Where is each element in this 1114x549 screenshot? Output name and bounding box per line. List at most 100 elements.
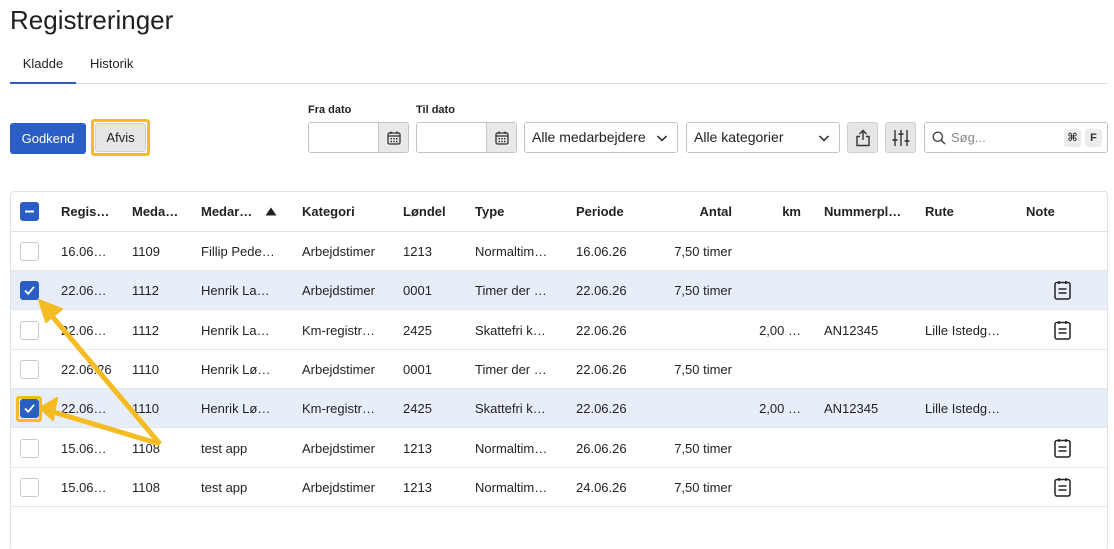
cell-registered: 22.06… <box>61 322 107 338</box>
chevron-down-icon <box>656 135 668 142</box>
row-checkbox[interactable] <box>20 359 39 379</box>
cell-employee: Henrik La… <box>201 283 270 299</box>
col-employee[interactable]: Medar… <box>201 204 252 219</box>
cell-period: 26.06.26 <box>576 440 627 456</box>
cell-route: Lille Istedg… <box>925 322 1001 338</box>
search-icon <box>932 131 946 145</box>
cell-amount: 7,50 timer <box>674 361 732 377</box>
col-route[interactable]: Rute <box>925 204 954 219</box>
table-row[interactable]: 22.06… 1112 Henrik La… Km-registr… 2425 Skatt… <box>11 311 1107 350</box>
cell-amount: 7,50 timer <box>674 479 732 495</box>
category-select[interactable]: Alle kategorier <box>686 122 840 153</box>
note-icon[interactable] <box>1054 438 1071 463</box>
note-icon[interactable] <box>1054 280 1071 305</box>
cell-registered: 15.06… <box>61 440 107 456</box>
cell-registered: 16.06… <box>61 244 107 259</box>
from-date-label: Fra dato <box>308 104 352 116</box>
cell-type: Timer der … <box>475 283 547 299</box>
table-row[interactable]: 22.06… 1110 Henrik Lø… Km-registr… 2425 Skatt… <box>11 389 1107 429</box>
row-checkbox[interactable] <box>20 242 39 261</box>
select-all-checkbox[interactable] <box>20 202 39 221</box>
col-type[interactable]: Type <box>475 204 504 219</box>
cell-wage-type: 0001 <box>403 283 432 299</box>
cell-employee-no: 1108 <box>132 479 160 495</box>
table-row[interactable]: 22.06… 1112 Henrik La… Arbejdstimer 0001 Time… <box>11 271 1107 311</box>
cell-type: Timer der … <box>475 361 547 377</box>
table-row[interactable]: 16.06… 1109 Fillip Pede… Arbejdstimer 1213 No… <box>11 232 1107 271</box>
cell-category: Arbejdstimer <box>302 244 375 259</box>
col-note[interactable]: Note <box>1026 204 1055 219</box>
col-registered[interactable]: Regis… <box>61 204 109 219</box>
tab-kladde[interactable]: Kladde <box>10 52 76 84</box>
row-checkbox[interactable] <box>20 320 39 340</box>
to-date-calendar-button[interactable] <box>486 123 516 152</box>
registrations-table: Regis… Meda… Medar… Kategori Løndel Type… <box>10 191 1108 549</box>
export-button[interactable] <box>847 122 878 153</box>
cell-employee-no: 1110 <box>132 361 159 377</box>
cell-type: Normaltim… <box>475 479 548 495</box>
col-plate[interactable]: Nummerpl… <box>824 204 901 219</box>
calendar-icon <box>386 131 401 145</box>
columns-settings-button[interactable] <box>885 122 916 153</box>
shortcut-key-f: F <box>1085 129 1102 147</box>
search-input[interactable] <box>951 123 1051 152</box>
col-wage-type[interactable]: Løndel <box>403 204 446 219</box>
cell-amount: 7,50 timer <box>674 244 732 259</box>
cell-wage-type: 1213 <box>403 479 432 495</box>
approve-button[interactable]: Godkend <box>10 123 86 154</box>
table-row[interactable]: 15.06… 1108 test app Arbejdstimer 1213 Normal… <box>11 468 1107 507</box>
tab-historik[interactable]: Historik <box>90 52 142 84</box>
row-checkbox[interactable] <box>20 477 39 497</box>
from-date-input[interactable] <box>308 122 409 153</box>
col-amount[interactable]: Antal <box>651 204 733 219</box>
check-icon <box>24 404 35 414</box>
cell-category: Arbejdstimer <box>302 361 375 377</box>
cell-period: 22.06.26 <box>576 361 627 377</box>
cell-type: Skattefri k… <box>475 322 546 338</box>
row-checkbox[interactable] <box>20 399 39 419</box>
calendar-icon <box>494 131 509 145</box>
cell-wage-type: 2425 <box>403 401 432 417</box>
cell-employee: test app <box>201 479 248 495</box>
table-row[interactable]: 15.06… 1108 test app Arbejdstimer 1213 Normal… <box>11 429 1107 468</box>
cell-employee: Fillip Pede… <box>201 244 275 259</box>
shortcut-key-cmd: ⌘ <box>1064 129 1081 147</box>
cell-type: Normaltim… <box>475 440 548 456</box>
table-header: Regis… Meda… Medar… Kategori Løndel Type… <box>11 192 1107 232</box>
table-row[interactable]: 22.06.26 1110 Henrik Lø… Arbejdstimer 0001 Ti… <box>11 350 1107 389</box>
cell-registered: 22.06.26 <box>61 361 112 377</box>
cell-wage-type: 1213 <box>403 244 432 259</box>
row-checkbox[interactable] <box>20 438 39 458</box>
search-box[interactable]: ⌘ F <box>924 122 1108 153</box>
cell-category: Arbejdstimer <box>302 440 375 456</box>
from-date-calendar-button[interactable] <box>378 123 408 152</box>
tab-bar: Kladde Historik <box>10 52 1107 84</box>
cell-category: Arbejdstimer <box>302 283 375 299</box>
sort-asc-icon[interactable] <box>265 207 277 216</box>
cell-km: 2,00 … <box>759 401 801 417</box>
employee-select[interactable]: Alle medarbejdere <box>524 122 678 153</box>
row-checkbox[interactable] <box>20 281 39 301</box>
cell-employee-no: 1112 <box>132 283 159 299</box>
to-date-input[interactable] <box>416 122 517 153</box>
cell-period: 24.06.26 <box>576 479 627 495</box>
note-icon[interactable] <box>1054 477 1071 502</box>
cell-employee: Henrik La… <box>201 322 270 338</box>
col-category[interactable]: Kategori <box>302 204 355 219</box>
reject-button[interactable]: Afvis <box>95 123 146 152</box>
cell-employee: Henrik Lø… <box>201 401 271 417</box>
col-km[interactable]: km <box>751 204 801 219</box>
cell-category: Arbejdstimer <box>302 479 375 495</box>
cell-km: 2,00 … <box>759 322 801 338</box>
cell-employee-no: 1112 <box>132 322 159 338</box>
cell-amount: 7,50 timer <box>674 440 732 456</box>
sliders-icon <box>892 129 909 146</box>
to-date-label: Til dato <box>416 104 455 116</box>
cell-route: Lille Istedg… <box>925 401 1001 417</box>
note-icon[interactable] <box>1054 320 1071 345</box>
cell-type: Skattefri k… <box>475 401 546 417</box>
cell-employee-no: 1109 <box>132 244 160 259</box>
col-period[interactable]: Periode <box>576 204 624 219</box>
col-employee-no[interactable]: Meda… <box>132 204 178 219</box>
cell-employee-no: 1110 <box>132 401 159 417</box>
